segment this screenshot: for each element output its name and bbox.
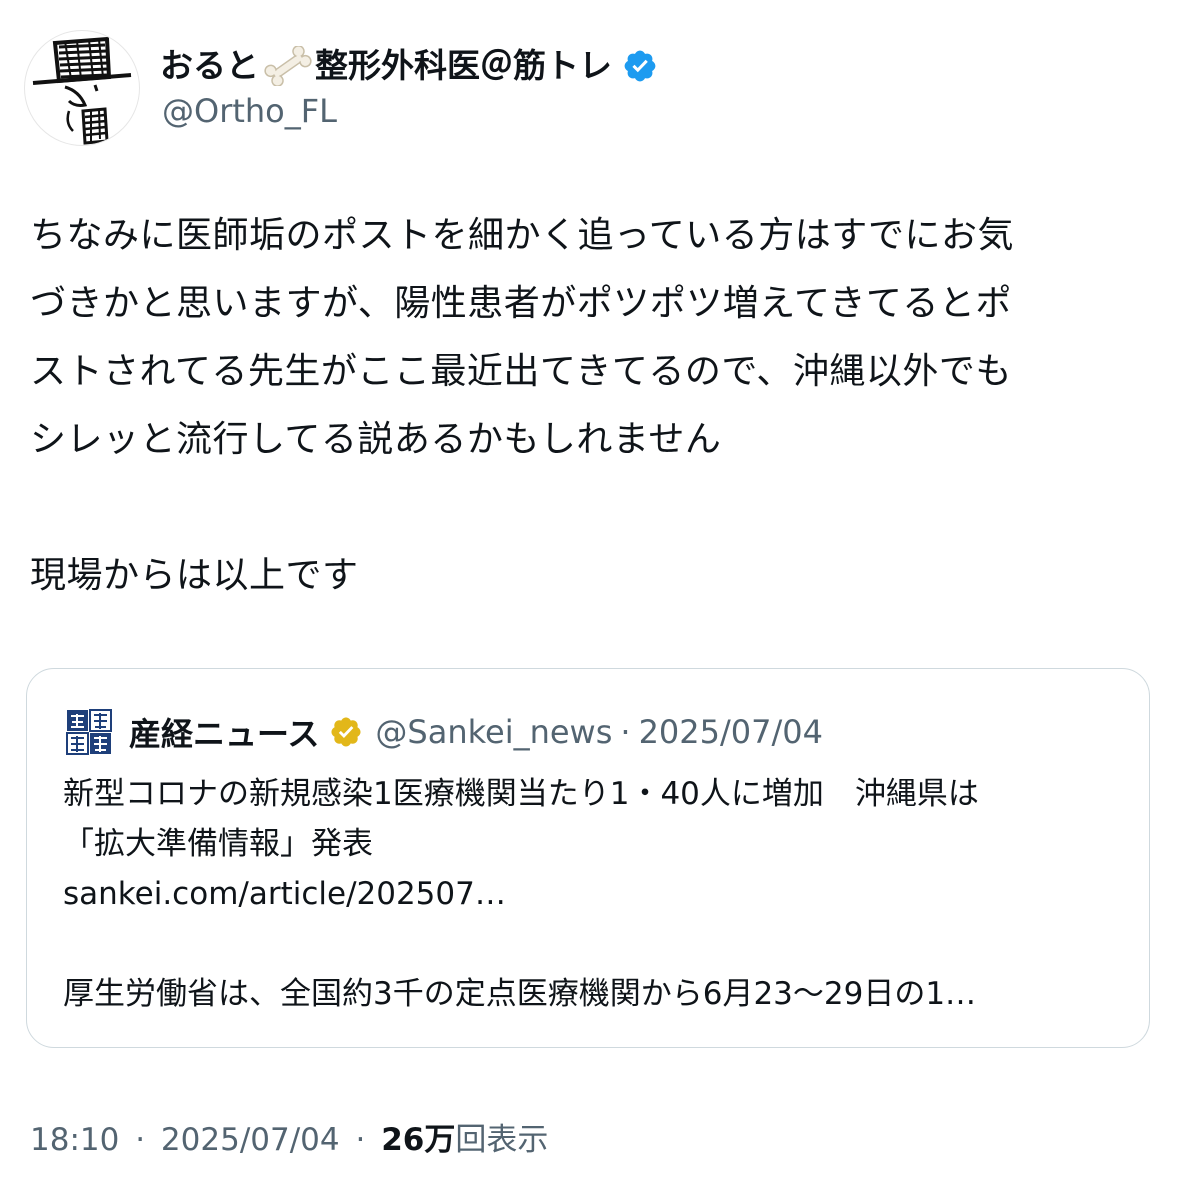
bone-icon <box>263 46 313 86</box>
post-text-line: ちなみに医師垢のポストを細かく追っている方はすでにお気 <box>30 215 1015 256</box>
post-text-line: シレッと流行してる説あるかもしれません <box>30 419 722 460</box>
post-text-line: 現場からは以上です <box>30 555 359 596</box>
views-label: 回表示 <box>455 1122 549 1158</box>
verified-badge-icon <box>622 48 658 84</box>
post-card: おると 整形外科医＠筋トレ @Ortho_FL ちなみに医師垢のポストを細かく追… <box>0 0 1178 1200</box>
top-hat-character-icon <box>32 36 132 145</box>
gold-verified-badge-icon <box>329 715 363 749</box>
quoted-post-card[interactable]: 産経ニュース @Sankei_news · 2025/07/04 新型コロナの新… <box>26 668 1150 1048</box>
quoted-text-line: 「拡大準備情報」発表 <box>63 826 373 862</box>
quoted-link[interactable]: sankei.com/article/202507… <box>63 869 1123 919</box>
views-count: 26万 <box>381 1122 456 1158</box>
quoted-post-header: 産経ニュース @Sankei_news · 2025/07/04 <box>65 707 823 757</box>
avatar[interactable] <box>24 30 140 146</box>
meta-separator: · <box>135 1122 146 1158</box>
post-text-line: づきかと思いますが、陽性患者がポツポツ増えてきてるとポ <box>30 283 1012 324</box>
post-time[interactable]: 18:10 <box>30 1122 119 1158</box>
sankei-logo-icon <box>65 708 113 756</box>
meta-separator: · <box>620 713 631 751</box>
quoted-text-line: 新型コロナの新規感染1医療機関当たり1・40人に増加 沖縄県は <box>63 776 979 812</box>
quoted-post-date[interactable]: 2025/07/04 <box>639 713 823 751</box>
post-text: ちなみに医師垢のポストを細かく追っている方はすでにお気 づきかと思いますが、陽性… <box>30 202 1160 610</box>
quoted-text-line: 厚生労働省は、全国約3千の定点医療機関から6月23〜29日の1… <box>63 976 977 1012</box>
meta-separator: · <box>355 1122 366 1158</box>
quoted-author-handle[interactable]: @Sankei_news <box>375 713 612 751</box>
author-name-row[interactable]: おると 整形外科医＠筋トレ <box>160 40 658 92</box>
author-handle[interactable]: @Ortho_FL <box>162 88 337 134</box>
author-display-name[interactable]: おると <box>160 40 259 92</box>
author-display-name-suffix[interactable]: 整形外科医＠筋トレ <box>315 40 612 92</box>
post-meta-footer: 18:10 · 2025/07/04 · 26万回表示 <box>30 1118 548 1162</box>
quoted-post-text: 新型コロナの新規感染1医療機関当たり1・40人に増加 沖縄県は 「拡大準備情報」… <box>63 769 1123 1019</box>
post-date[interactable]: 2025/07/04 <box>161 1122 340 1158</box>
quoted-author-name[interactable]: 産経ニュース <box>129 709 319 755</box>
post-text-line: ストされてる先生がここ最近出てきてるので、沖縄以外でも <box>30 351 1012 392</box>
